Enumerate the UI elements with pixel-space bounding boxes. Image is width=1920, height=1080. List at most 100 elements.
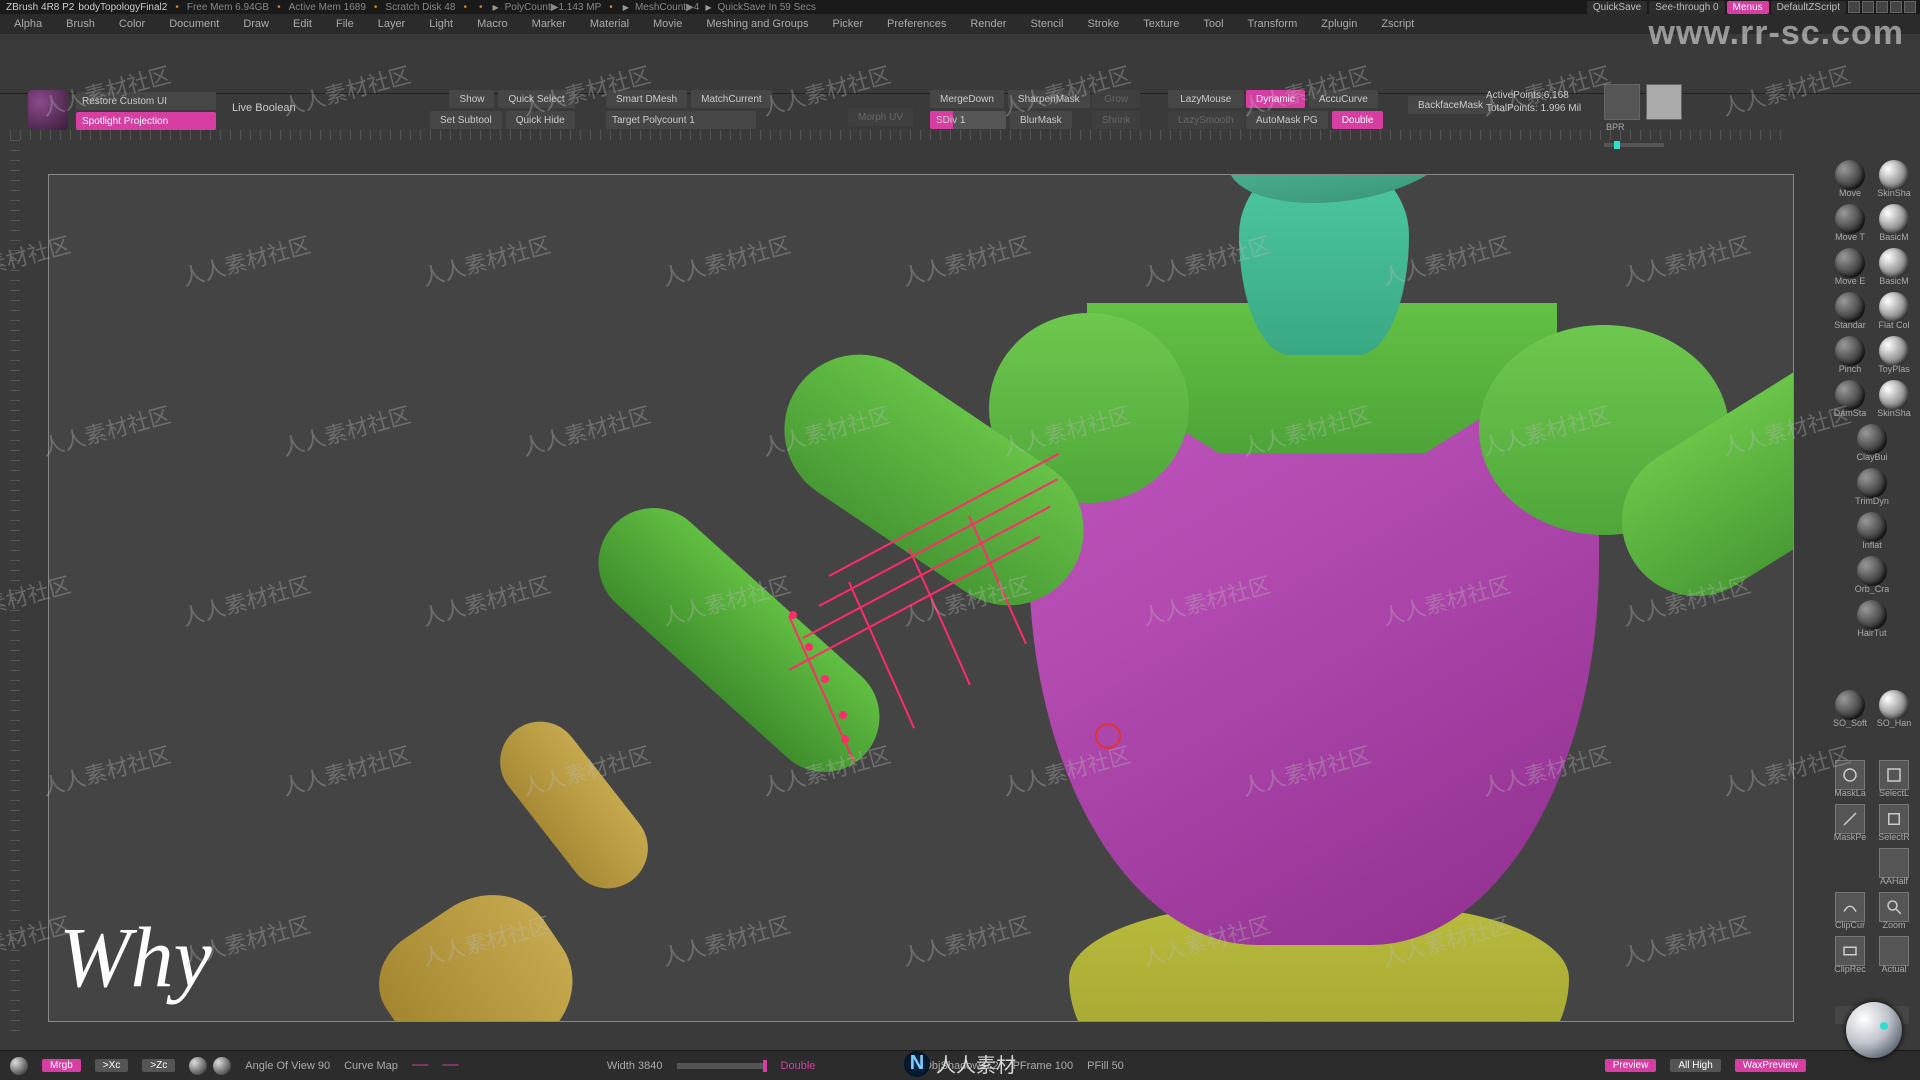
angle-of-view[interactable]: Angle Of View 90 (245, 1060, 330, 1072)
brush-basicm2[interactable]: BasicM (1874, 248, 1914, 286)
brush-hairtut[interactable]: HairTut (1852, 600, 1892, 638)
window-icon[interactable] (1876, 1, 1888, 13)
width-slider[interactable] (677, 1063, 767, 1069)
smart-dmesh-button[interactable]: Smart DMesh (606, 90, 687, 108)
brush-so-hand[interactable]: SO_Han (1874, 690, 1914, 728)
window-icon[interactable] (1862, 1, 1874, 13)
viewport[interactable]: Why (48, 174, 1794, 1022)
automask-pg-button[interactable]: AutoMask PG (1246, 111, 1328, 129)
seethrough-slider[interactable]: See-through 0 (1649, 1, 1724, 14)
backface-mask-button[interactable]: BackfaceMask (1408, 96, 1493, 114)
menu-file[interactable]: File (324, 14, 366, 34)
merge-down-button[interactable]: MergeDown (930, 90, 1004, 108)
menu-preferences[interactable]: Preferences (875, 14, 958, 34)
menu-stroke[interactable]: Stroke (1075, 14, 1131, 34)
brush-so-soft[interactable]: SO_Soft (1830, 690, 1870, 728)
show-button[interactable]: Show (449, 90, 494, 108)
menu-texture[interactable]: Texture (1131, 14, 1191, 34)
window-icon[interactable] (1890, 1, 1902, 13)
brush-move[interactable]: Move (1830, 160, 1870, 198)
menu-picker[interactable]: Picker (820, 14, 875, 34)
menus-toggle[interactable]: Menus (1727, 1, 1769, 14)
menu-layer[interactable]: Layer (366, 14, 418, 34)
menu-alpha[interactable]: Alpha (2, 14, 54, 34)
double-button[interactable]: Double (1332, 111, 1384, 129)
zc-button[interactable]: >Zc (142, 1059, 175, 1072)
accucurve-button[interactable]: AccuCurve (1309, 90, 1378, 108)
sharpen-mask-button[interactable]: SharpenMask (1008, 90, 1090, 108)
sdiv-slider[interactable]: SDiv 1 (930, 111, 1006, 129)
lazymouse-button[interactable]: LazyMouse (1168, 90, 1244, 108)
morph-uv-button[interactable]: Morph UV (848, 108, 913, 126)
waxpreview-button[interactable]: WaxPreview (1735, 1059, 1806, 1072)
brush-move-t[interactable]: Move T (1830, 204, 1870, 242)
actual-button[interactable]: Actual (1874, 936, 1914, 974)
zoom-button[interactable]: Zoom (1874, 892, 1914, 930)
menu-movie[interactable]: Movie (641, 14, 694, 34)
brush-move-e[interactable]: Move E (1830, 248, 1870, 286)
pframe[interactable]: PFrame 100 (1013, 1060, 1074, 1072)
menu-meshing[interactable]: Meshing and Groups (694, 14, 820, 34)
menu-material[interactable]: Material (578, 14, 641, 34)
active-brush-icon[interactable] (28, 90, 68, 130)
brush-pinch[interactable]: Pinch (1830, 336, 1870, 374)
menu-render[interactable]: Render (958, 14, 1018, 34)
default-zscript[interactable]: DefaultZScript (1771, 1, 1846, 14)
brush-claybuild[interactable]: ClayBui (1852, 424, 1892, 462)
dynamic-button[interactable]: Dynamic (1246, 90, 1305, 108)
live-boolean-label[interactable]: Live Boolean (232, 102, 296, 114)
menu-document[interactable]: Document (157, 14, 231, 34)
brush-skinshade[interactable]: SkinSha (1874, 160, 1914, 198)
preview-button[interactable]: Preview (1605, 1059, 1657, 1072)
shrink-button[interactable]: Shrink (1092, 111, 1140, 129)
mask-lasso[interactable]: MaskLa (1830, 760, 1870, 798)
mrgb-button[interactable]: Mrgb (42, 1059, 81, 1072)
menu-zplugin[interactable]: Zplugin (1309, 14, 1369, 34)
bpr-swatch[interactable] (1604, 84, 1640, 120)
navigation-sphere[interactable] (1846, 1002, 1902, 1058)
brush-skinshade2[interactable]: SkinSha (1874, 380, 1914, 418)
brush-standard[interactable]: Standar (1830, 292, 1870, 330)
brush-orbcracks[interactable]: Orb_Cra (1852, 556, 1892, 594)
curve-map-button[interactable]: Curve Map (344, 1060, 398, 1072)
menu-edit[interactable]: Edit (281, 14, 324, 34)
quicksave-button[interactable]: QuickSave (1587, 1, 1647, 14)
aahalf-button[interactable]: AAHalf (1874, 848, 1914, 886)
window-close-icon[interactable] (1904, 1, 1916, 13)
window-icon[interactable] (1848, 1, 1860, 13)
quick-select-button[interactable]: Quick Select (498, 90, 574, 108)
brush-toyplas[interactable]: ToyPlas (1874, 336, 1914, 374)
brush-trimdynamic[interactable]: TrimDyn (1852, 468, 1892, 506)
brush-flatcol[interactable]: Flat Col (1874, 292, 1914, 330)
restore-custom-ui-button[interactable]: Restore Custom UI (76, 92, 216, 110)
allhigh-button[interactable]: All High (1670, 1059, 1720, 1072)
clip-rect[interactable]: ClipRec (1830, 936, 1870, 974)
clip-curve[interactable]: ClipCur (1830, 892, 1870, 930)
set-subtool-button[interactable]: Set Subtool (430, 111, 502, 129)
match-current-button[interactable]: MatchCurrent (691, 90, 772, 108)
menu-marker[interactable]: Marker (520, 14, 578, 34)
mask-pen[interactable]: MaskPe (1830, 804, 1870, 842)
menu-brush[interactable]: Brush (54, 14, 107, 34)
double-indicator[interactable]: Double (781, 1060, 816, 1072)
menu-zscript[interactable]: Zscript (1369, 14, 1426, 34)
target-polycount-slider[interactable]: Target Polycount 1 (606, 111, 756, 129)
menu-tool[interactable]: Tool (1191, 14, 1235, 34)
menu-transform[interactable]: Transform (1236, 14, 1310, 34)
menu-draw[interactable]: Draw (231, 14, 281, 34)
menu-stencil[interactable]: Stencil (1018, 14, 1075, 34)
brush-basicm[interactable]: BasicM (1874, 204, 1914, 242)
brush-inflate[interactable]: Inflat (1852, 512, 1892, 550)
grow-button[interactable]: Grow (1092, 90, 1140, 108)
blur-mask-button[interactable]: BlurMask (1010, 111, 1072, 129)
select-rect[interactable]: SelectR (1874, 804, 1914, 842)
pfill[interactable]: PFill 50 (1087, 1060, 1124, 1072)
select-lasso[interactable]: SelectL (1874, 760, 1914, 798)
material-swatch[interactable] (1646, 84, 1682, 120)
brush-damstandard[interactable]: DamSta (1830, 380, 1870, 418)
lazysmooth-button[interactable]: LazySmooth (1168, 111, 1244, 129)
quick-hide-button[interactable]: Quick Hide (506, 111, 575, 129)
menu-macro[interactable]: Macro (465, 14, 520, 34)
xc-button[interactable]: >Xc (95, 1059, 129, 1072)
spotlight-projection-button[interactable]: Spotlight Projection (76, 112, 216, 130)
